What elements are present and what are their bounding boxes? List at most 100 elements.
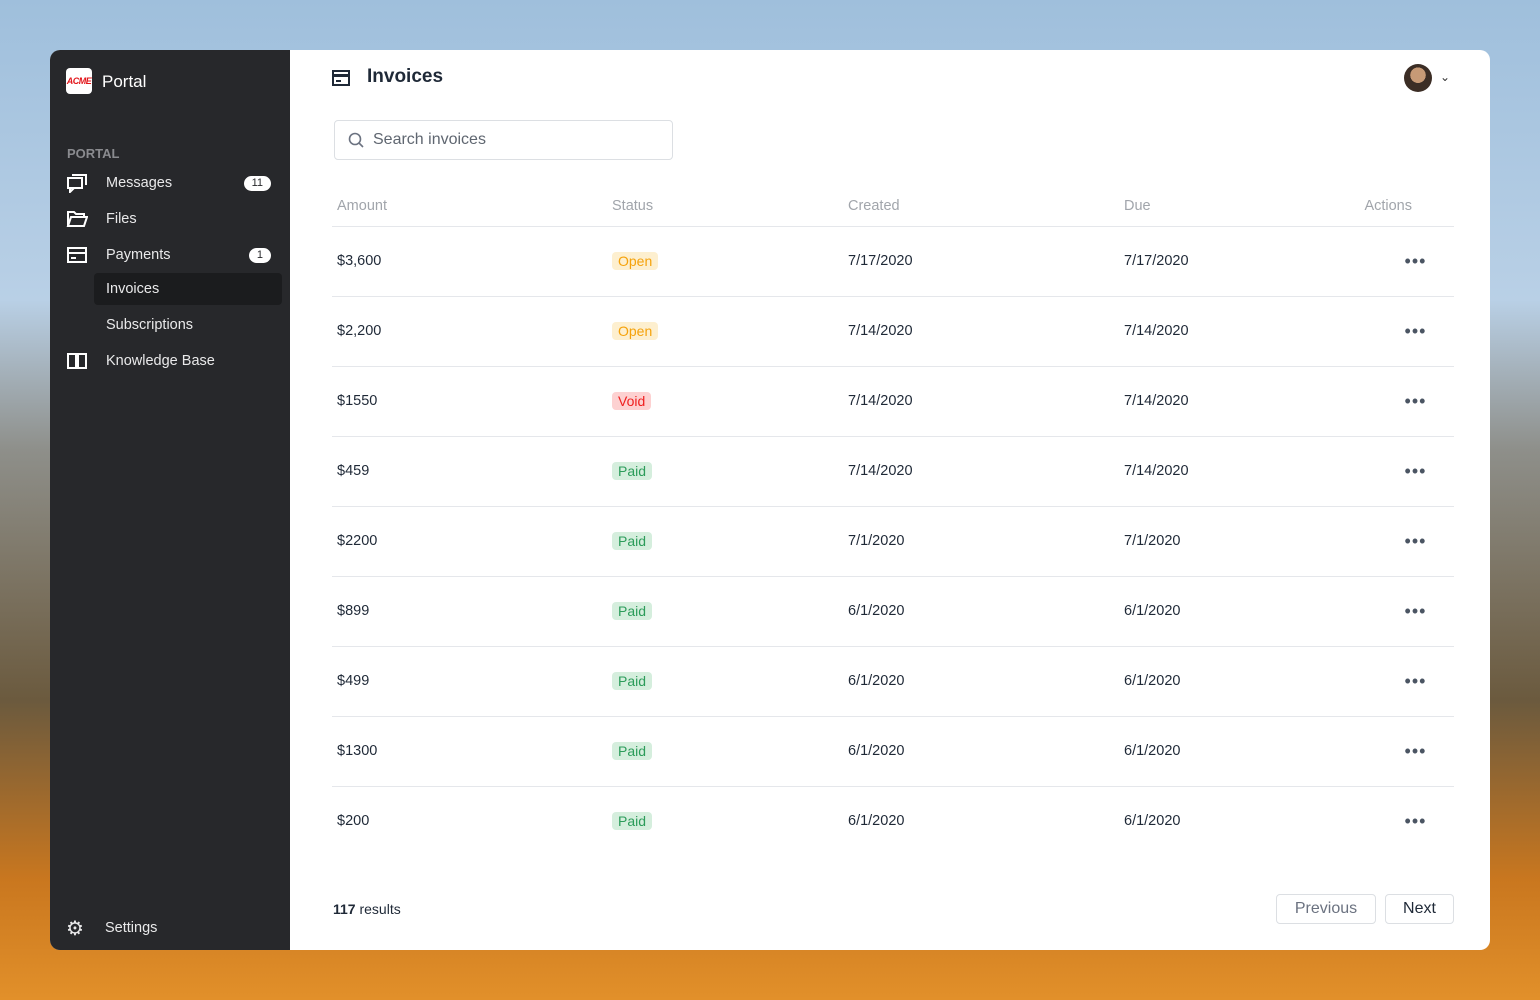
messages-icon (66, 173, 88, 193)
actions-cell: ••• (1354, 786, 1454, 856)
status-cell: Open (607, 296, 843, 367)
amount-cell: $1550 (332, 366, 607, 437)
actions-cell: ••• (1354, 436, 1454, 507)
results-count: 117 results (333, 901, 401, 917)
table-row: $899 Paid 6/1/2020 6/1/2020 ••• (332, 576, 1454, 647)
column-header: Due (1119, 186, 1354, 227)
credit-card-icon (66, 245, 88, 265)
amount-cell: $3,600 (332, 226, 607, 297)
table-row: $3,600 Open 7/17/2020 7/17/2020 ••• (332, 226, 1454, 297)
status-badge: Paid (612, 532, 653, 550)
more-actions-icon[interactable]: ••• (1387, 251, 1427, 271)
acme-logo: ACME (66, 68, 92, 94)
created-cell: 6/1/2020 (843, 646, 1119, 717)
actions-cell: ••• (1354, 366, 1454, 437)
column-header: Status (607, 186, 843, 227)
more-actions-icon[interactable]: ••• (1387, 321, 1427, 341)
chevron-down-icon[interactable]: ⌄ (1440, 70, 1450, 84)
status-badge: Void (612, 392, 652, 410)
more-actions-icon[interactable]: ••• (1387, 671, 1427, 691)
more-actions-icon[interactable]: ••• (1387, 391, 1427, 411)
more-actions-icon[interactable]: ••• (1387, 741, 1427, 761)
sidebar-item-label: Payments (106, 247, 171, 263)
avatar[interactable] (1404, 64, 1432, 92)
search-icon (348, 132, 364, 148)
created-cell: 6/1/2020 (843, 576, 1119, 647)
due-cell: 7/14/2020 (1119, 366, 1354, 437)
more-actions-icon[interactable]: ••• (1387, 601, 1427, 621)
table-row: $1550 Void 7/14/2020 7/14/2020 ••• (332, 366, 1454, 437)
invoices-table: Amount Status Created Due Actions $3,600 Open… (332, 186, 1454, 856)
amount-cell: $2200 (332, 506, 607, 577)
amount-cell: $499 (332, 646, 607, 717)
table-row: $499 Paid 6/1/2020 6/1/2020 ••• (332, 646, 1454, 717)
gear-icon: ⚙ (66, 917, 84, 940)
search-field[interactable] (334, 120, 673, 160)
created-cell: 7/1/2020 (843, 506, 1119, 577)
status-cell: Paid (607, 716, 843, 787)
sidebar-item-label: Knowledge Base (106, 353, 215, 369)
status-badge: Paid (612, 602, 653, 620)
created-cell: 7/17/2020 (843, 226, 1119, 297)
book-icon (66, 351, 88, 371)
status-cell: Paid (607, 786, 843, 856)
folder-icon (66, 209, 88, 229)
credit-card-icon (332, 70, 350, 86)
due-cell: 6/1/2020 (1119, 646, 1354, 717)
page-title: Invoices (367, 66, 444, 87)
table-row: $2200 Paid 7/1/2020 7/1/2020 ••• (332, 506, 1454, 577)
sidebar-item-messages[interactable]: Messages 11 (50, 167, 290, 199)
actions-cell: ••• (1354, 506, 1454, 577)
count-value: 117 (333, 901, 356, 917)
sidebar-item-label: Messages (106, 175, 173, 191)
status-badge: Paid (612, 462, 653, 480)
created-cell: 7/14/2020 (843, 366, 1119, 437)
more-actions-icon[interactable]: ••• (1387, 811, 1427, 831)
payments-badge: 1 (248, 247, 271, 263)
created-cell: 7/14/2020 (843, 436, 1119, 507)
table-row: $200 Paid 6/1/2020 6/1/2020 ••• (332, 786, 1454, 856)
due-cell: 7/14/2020 (1119, 296, 1354, 367)
amount-cell: $200 (337, 813, 370, 830)
main-content: Invoices ⌄ AmountStatusCreatedDueActions… (290, 50, 1490, 950)
sidebar-item-label: Files (106, 211, 137, 227)
created-cell: 7/14/2020 (843, 296, 1119, 367)
created-cell: 6/1/2020 (843, 716, 1119, 787)
due-cell: 6/1/2020 (1124, 813, 1181, 830)
column-header: Created (843, 186, 1119, 227)
actions-cell: ••• (1354, 296, 1454, 367)
sidebar-item-knowledge-base[interactable]: Knowledge Base (50, 345, 290, 377)
actions-cell: ••• (1354, 576, 1454, 647)
table-row: $459 Paid 7/14/2020 7/14/2020 ••• (332, 436, 1454, 507)
sidebar-item-payments[interactable]: Payments 1 (50, 239, 290, 271)
more-actions-icon[interactable]: ••• (1387, 531, 1427, 551)
due-cell: 6/1/2020 (1119, 576, 1354, 647)
results-label: results (355, 901, 401, 917)
due-cell: 7/17/2020 (1119, 226, 1354, 297)
due-cell: 7/1/2020 (1119, 506, 1354, 577)
created-cell: 6/1/2020 (848, 813, 905, 830)
more-actions-icon[interactable]: ••• (1387, 461, 1427, 481)
status-cell: Open (607, 226, 843, 297)
actions-cell: ••• (1354, 716, 1454, 787)
status-badge: Paid (612, 812, 653, 831)
status-badge: Open (612, 252, 659, 270)
actions-cell: ••• (1354, 646, 1454, 717)
amount-cell: $2,200 (332, 296, 607, 367)
amount-cell: $899 (332, 576, 607, 647)
sidebar-item-invoices[interactable]: Invoices (94, 273, 282, 305)
status-badge: Paid (612, 742, 653, 760)
app-window: ACME Portal PORTAL Messages 11 Files Pay… (50, 50, 1490, 950)
previous-button[interactable]: Previous (1276, 894, 1376, 924)
sidebar-item-label: Subscriptions (106, 317, 194, 333)
sidebar-item-label: Invoices (106, 281, 160, 297)
column-header: Actions (1354, 186, 1454, 227)
column-header: Amount (332, 186, 607, 227)
next-button[interactable]: Next (1385, 894, 1454, 924)
amount-cell: $1300 (332, 716, 607, 787)
sidebar-item-settings[interactable]: ⚙ Settings (50, 912, 290, 944)
amount-cell: $459 (332, 436, 607, 507)
search-input[interactable] (373, 131, 653, 149)
status-cell: Paid (607, 646, 843, 717)
sidebar-item-files[interactable]: Files (50, 203, 290, 235)
